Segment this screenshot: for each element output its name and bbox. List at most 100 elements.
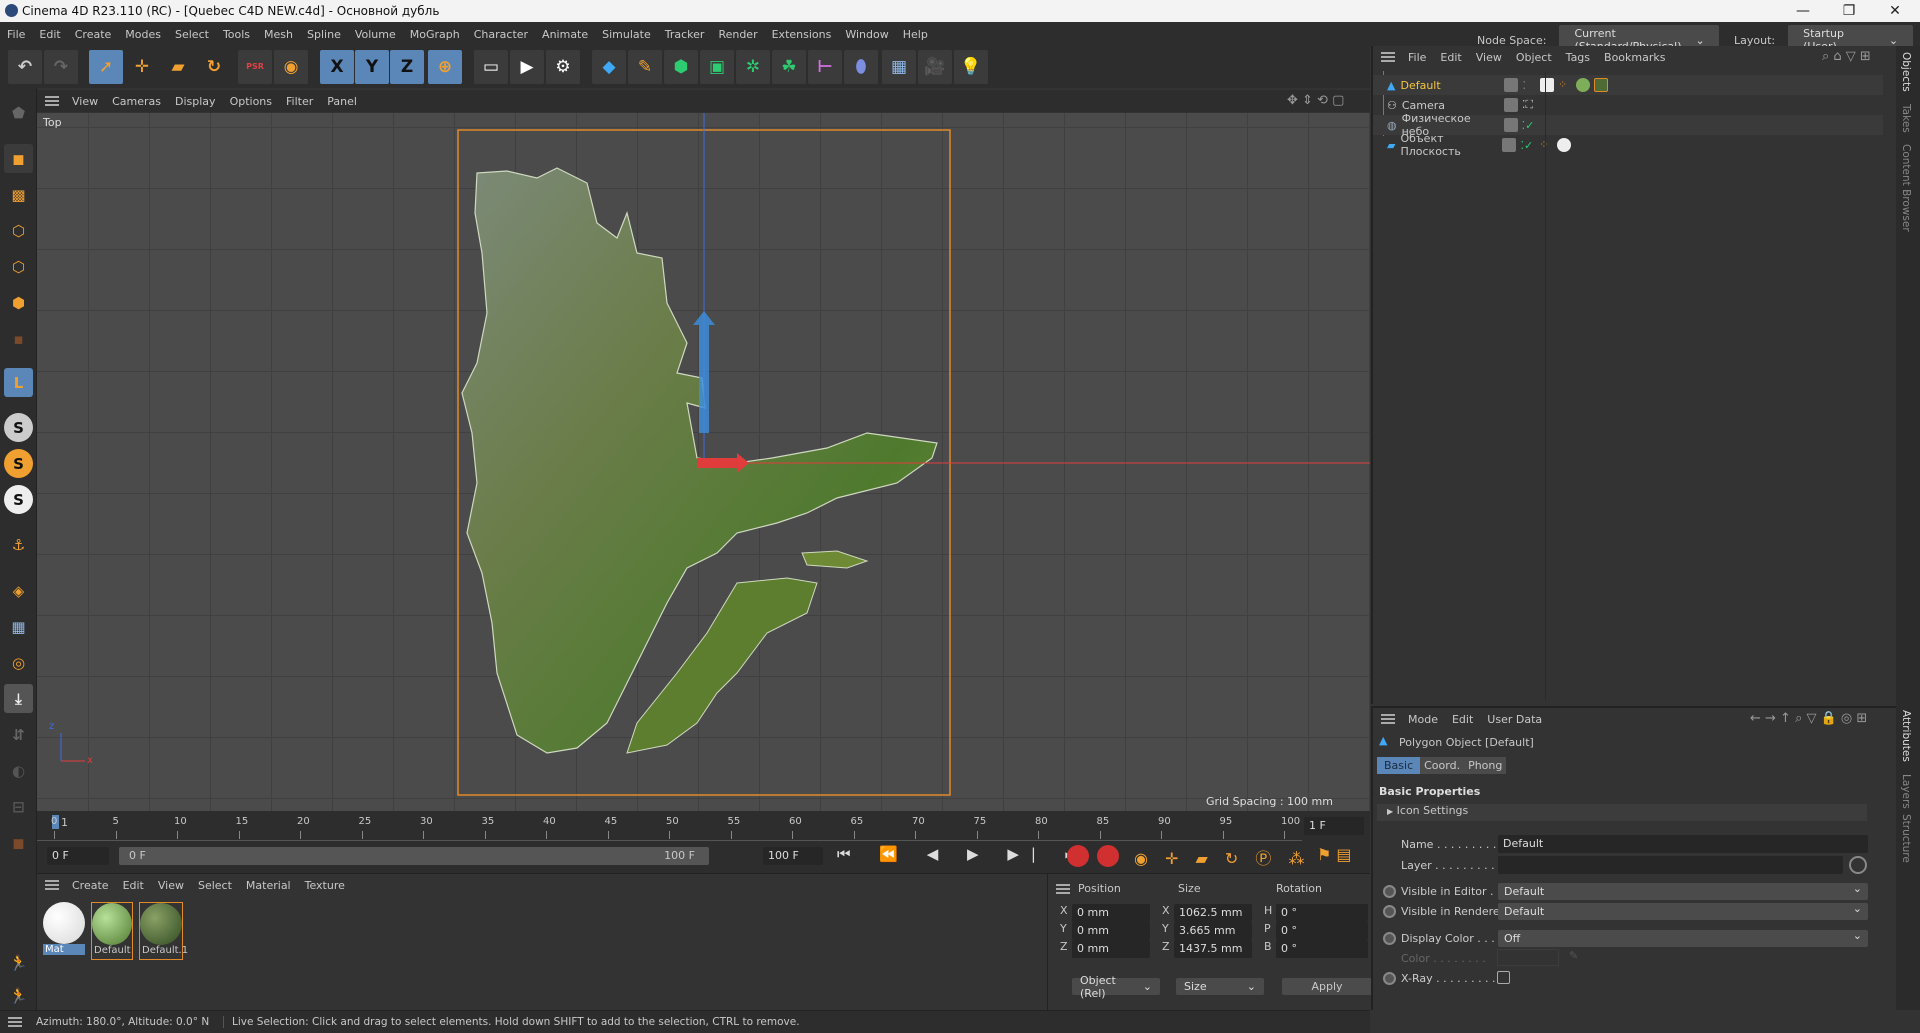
animate-radio[interactable] — [1383, 885, 1396, 898]
psr-button[interactable]: PSR — [238, 50, 272, 84]
scale-tool[interactable]: ▰ — [161, 50, 195, 84]
position-field[interactable]: 0 mm — [1072, 922, 1150, 940]
extrude-icon[interactable]: ▣ — [700, 50, 734, 84]
viewport-menu-view[interactable]: View — [65, 95, 105, 108]
object-menu-tags[interactable]: Tags — [1559, 51, 1597, 64]
visibility-dots-icon[interactable]: ⁚ — [1522, 79, 1526, 92]
coordinate-system-button[interactable]: ⊕ — [428, 50, 462, 84]
tab-objects[interactable]: Objects — [1900, 52, 1912, 92]
hamburger-icon[interactable] — [1056, 884, 1070, 894]
object-menu-bookmarks[interactable]: Bookmarks — [1597, 51, 1672, 64]
menu-spline[interactable]: Spline — [300, 28, 348, 41]
uv-mode-icon[interactable]: ▪ — [4, 324, 33, 353]
tab-layers[interactable]: Layers — [1900, 774, 1912, 809]
viewport-menu-cameras[interactable]: Cameras — [105, 95, 168, 108]
size-field[interactable]: 1437.5 mm — [1174, 940, 1252, 958]
undo-button[interactable]: ↶ — [8, 50, 42, 84]
snap-3d-icon[interactable]: S — [4, 485, 33, 514]
object-menu-file[interactable]: File — [1401, 51, 1433, 64]
minimize-button[interactable]: — — [1780, 0, 1826, 22]
timeline-ruler[interactable]: 1 0 5 10 15 20 25 30 35 40 45 50 55 60 65 70 75 80 85 90 95… — [37, 811, 1302, 841]
attribute-menu-edit[interactable]: Edit — [1445, 713, 1480, 726]
layer-input[interactable] — [1498, 856, 1843, 874]
animate-radio[interactable] — [1383, 972, 1396, 985]
size-mode-dropdown[interactable]: Size ⌄ — [1176, 978, 1264, 995]
camera-target-tag-icon[interactable]: ⁚⛶ — [1522, 98, 1533, 112]
menu-simulate[interactable]: Simulate — [595, 28, 658, 41]
live-selection-tool[interactable]: ➚ — [89, 50, 123, 84]
apply-button[interactable]: Apply — [1282, 978, 1372, 995]
object-menu-edit[interactable]: Edit — [1433, 51, 1468, 64]
pen-icon[interactable]: ✎ — [628, 50, 662, 84]
selection-filter-button[interactable]: ◉ — [274, 50, 308, 84]
frame-range-slider[interactable]: 0 F 100 F — [119, 847, 709, 865]
hamburger-icon[interactable] — [45, 96, 59, 106]
menu-mograph[interactable]: MoGraph — [403, 28, 467, 41]
hamburger-icon[interactable] — [1381, 714, 1395, 724]
xray-checkbox[interactable] — [1497, 971, 1510, 984]
enabled-check-icon[interactable]: ⁚✓ — [1520, 139, 1533, 152]
snap-settings-icon[interactable]: S — [4, 449, 33, 478]
visibility-toggle[interactable] — [1502, 138, 1517, 152]
x-axis-lock[interactable]: X — [320, 50, 354, 84]
menu-extensions[interactable]: Extensions — [765, 28, 839, 41]
menu-volume[interactable]: Volume — [348, 28, 403, 41]
floor-icon[interactable]: ▦ — [882, 50, 916, 84]
menu-animate[interactable]: Animate — [535, 28, 595, 41]
menu-window[interactable]: Window — [838, 28, 895, 41]
attribute-menu-user-data[interactable]: User Data — [1480, 713, 1549, 726]
position-field[interactable]: 0 mm — [1072, 904, 1150, 922]
hamburger-icon[interactable] — [8, 1017, 22, 1027]
render-picture-viewer-button[interactable]: ▶ — [510, 50, 544, 84]
quantize-icon[interactable]: ⤓ — [4, 684, 33, 713]
deformer-icon[interactable]: ⊢ — [808, 50, 842, 84]
timeline-settings-icon[interactable]: ⚑ ▤ — [1317, 845, 1352, 864]
visible-editor-dropdown[interactable]: Default — [1498, 880, 1868, 900]
camera-icon[interactable]: 🎥 — [918, 50, 952, 84]
align-icon[interactable]: ⇵ — [4, 720, 33, 749]
material-menu-view[interactable]: View — [151, 879, 191, 892]
menu-edit[interactable]: Edit — [32, 28, 67, 41]
viewport-solo-icon[interactable]: ⊟ — [4, 792, 33, 821]
object-menu-view[interactable]: View — [1469, 51, 1509, 64]
animate-radio[interactable] — [1383, 905, 1396, 918]
light-icon[interactable]: 💡 — [954, 50, 988, 84]
playback-controls[interactable]: ⏮ ⏪ ◀ ▶ ▶| ⏭ — [837, 845, 1090, 863]
viewport-navigation-icons[interactable]: ✥ ⇕ ⟲ ▢ — [1287, 93, 1344, 108]
array-icon[interactable]: ☘ — [772, 50, 806, 84]
viewport-top[interactable]: Top z x Grid Spacing : 100 mm — [37, 113, 1370, 811]
make-editable-icon[interactable]: ⬟ — [4, 98, 33, 127]
start-frame-field[interactable]: 0 F — [47, 847, 109, 865]
object-menu-object[interactable]: Object — [1509, 51, 1559, 64]
menu-mesh[interactable]: Mesh — [257, 28, 300, 41]
move-tool[interactable]: ✛ — [125, 50, 159, 84]
rotation-field[interactable]: 0 ° — [1276, 922, 1368, 940]
visibility-toggle[interactable] — [1503, 118, 1518, 132]
planar-workplane-icon[interactable]: ◈ — [4, 576, 33, 605]
object-row-default[interactable]: ▲ Default ⁚ ⁘ — [1373, 75, 1883, 95]
subdivision-icon[interactable]: ⬢ — [664, 50, 698, 84]
menu-file[interactable]: File — [0, 28, 32, 41]
solo-hierarchy-icon[interactable]: ◼ — [4, 828, 33, 857]
close-button[interactable]: ✕ — [1872, 0, 1918, 22]
menu-select[interactable]: Select — [168, 28, 216, 41]
rotation-field[interactable]: 0 ° — [1276, 904, 1368, 922]
attribute-menu-mode[interactable]: Mode — [1401, 713, 1445, 726]
menu-tools[interactable]: Tools — [216, 28, 257, 41]
menu-render[interactable]: Render — [711, 28, 764, 41]
name-input[interactable]: Default — [1498, 835, 1868, 853]
material-tag-icon[interactable] — [1575, 78, 1590, 92]
workplane-icon[interactable]: ⚓ — [4, 530, 33, 559]
object-manager-tools-icons[interactable]: ⌕ ⌂ ▽ ⊞ — [1815, 49, 1878, 64]
phong-tag-icon[interactable]: ⁘ — [1558, 78, 1572, 92]
snap-icon[interactable]: S — [4, 413, 33, 442]
model-mode-icon[interactable]: ◼ — [4, 144, 33, 173]
viewport-menu-panel[interactable]: Panel — [320, 95, 364, 108]
axis-mode-icon[interactable]: L — [4, 368, 33, 397]
z-axis-lock[interactable]: Z — [390, 50, 424, 84]
material-menu-create[interactable]: Create — [65, 879, 116, 892]
tab-takes[interactable]: Takes — [1900, 104, 1912, 133]
menu-create[interactable]: Create — [68, 28, 119, 41]
record-button[interactable] — [1067, 845, 1089, 867]
size-field[interactable]: 1062.5 mm — [1174, 904, 1252, 922]
